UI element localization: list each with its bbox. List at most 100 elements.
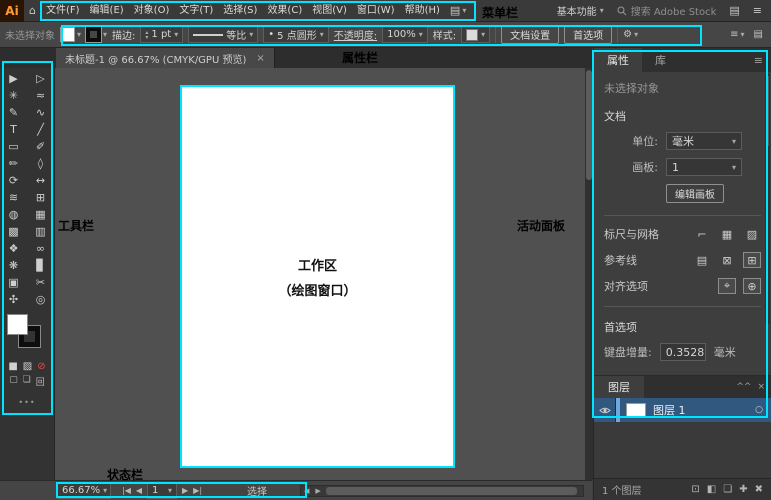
first-artboard-icon[interactable]: |◀ <box>122 486 131 495</box>
perspective-grid-tool[interactable]: ▦ <box>27 206 54 223</box>
artboard-select[interactable]: 1 ▾ <box>666 158 742 176</box>
window-layout-icon[interactable]: ▤ <box>724 4 744 17</box>
free-transform-tool[interactable]: ⊞ <box>27 189 54 206</box>
scroll-left-icon[interactable]: ◀ <box>301 487 312 495</box>
vertical-scrollbar[interactable] <box>585 68 593 480</box>
menu-item-file[interactable]: 文件(F) <box>41 0 85 22</box>
menu-item-select[interactable]: 选择(S) <box>218 0 262 22</box>
gradient-icon[interactable]: ▨ <box>23 361 32 372</box>
panel-scrollbar[interactable] <box>765 74 770 324</box>
stroke-weight-field[interactable]: ▴ ▾ 1 pt ▾ <box>140 26 184 43</box>
new-layer-icon[interactable]: ✚ <box>739 484 747 495</box>
lasso-tool[interactable]: ≈ <box>27 87 54 104</box>
gear-icon[interactable]: ⚙ ▾ <box>623 29 638 40</box>
guides-options-icon[interactable]: ⊞ <box>743 252 761 268</box>
eyedropper-tool[interactable]: ❖ <box>0 240 27 257</box>
menu-item-object[interactable]: 对象(O) <box>129 0 175 22</box>
close-tab-icon[interactable]: × <box>256 53 264 64</box>
hand-tool[interactable]: ✣ <box>0 291 27 308</box>
opacity-link[interactable]: 不透明度: <box>334 27 377 42</box>
new-sublayer-icon[interactable]: ❏ <box>723 484 732 495</box>
draw-normal-icon[interactable]: ▢ <box>9 375 18 388</box>
prev-artboard-icon[interactable]: ◀ <box>136 486 142 495</box>
visibility-eye-icon[interactable] <box>594 398 616 422</box>
panel-toggle-icon[interactable]: ▤ <box>754 29 763 40</box>
scroll-right-icon[interactable]: ▶ <box>312 487 323 495</box>
collect-export-icon[interactable]: ⊡ <box>691 484 699 495</box>
eraser-tool[interactable]: ◊ <box>27 155 54 172</box>
opacity-select[interactable]: 100% ▾ <box>382 26 428 43</box>
draw-behind-icon[interactable]: ❏ <box>23 375 31 388</box>
show-guides-icon[interactable]: ▤ <box>693 252 711 268</box>
last-artboard-icon[interactable]: ▶| <box>193 486 202 495</box>
lock-guides-icon[interactable]: ⊠ <box>718 252 736 268</box>
menu-item-window[interactable]: 窗口(W) <box>352 0 400 22</box>
tab-layers[interactable]: 图层 <box>594 376 644 398</box>
panel-scrollbar-thumb[interactable] <box>766 76 769 146</box>
snap-to-grid-icon[interactable]: ⌖ <box>718 278 736 294</box>
document-setup-button[interactable]: 文档设置 <box>501 25 560 44</box>
show-transparency-grid-icon[interactable]: ▨ <box>743 226 761 242</box>
rotate-tool[interactable]: ⟳ <box>0 172 27 189</box>
menu-item-type[interactable]: 文字(T) <box>174 0 218 22</box>
width-tool[interactable]: ≋ <box>0 189 27 206</box>
panel-menu-icon[interactable]: ≡ <box>746 48 771 72</box>
preferences-button[interactable]: 首选项 <box>564 25 613 44</box>
none-icon[interactable]: ⊘ <box>37 361 45 372</box>
stroke-color-swatch[interactable]: ▾ <box>86 27 107 42</box>
arrange-documents-icon[interactable]: ▤ ▾ <box>445 4 471 17</box>
document-tab[interactable]: 未标题-1 @ 66.67% (CMYK/GPU 预览) × <box>56 48 275 68</box>
stock-search-field[interactable]: 搜索 Adobe Stock <box>612 3 722 18</box>
style-select[interactable]: ▾ <box>461 26 491 43</box>
menu-item-edit[interactable]: 编辑(E) <box>85 0 129 22</box>
menu-item-help[interactable]: 帮助(H) <box>400 0 445 22</box>
horizontal-scrollbar-thumb[interactable] <box>325 486 577 495</box>
unit-select[interactable]: 毫米 ▾ <box>666 132 742 150</box>
artboard[interactable]: 工作区 （绘图窗口） <box>180 85 455 468</box>
menu-item-effect[interactable]: 效果(C) <box>262 0 307 22</box>
brush-definition-select[interactable]: • 5 点圆形 ▾ <box>263 26 329 43</box>
close-panel-icon[interactable]: × <box>757 382 765 392</box>
snap-to-point-icon[interactable]: ⊕ <box>743 278 761 294</box>
draw-inside-icon[interactable]: 回 <box>36 375 45 388</box>
scale-tool[interactable]: ↔ <box>27 172 54 189</box>
blend-tool[interactable]: ∞ <box>27 240 54 257</box>
collapse-panel-icon[interactable]: ^^ <box>736 382 751 392</box>
tab-libraries[interactable]: 库 <box>642 48 679 72</box>
show-grid-icon[interactable]: ▦ <box>718 226 736 242</box>
shape-builder-tool[interactable]: ◍ <box>0 206 27 223</box>
edit-artboard-button[interactable]: 编辑画板 <box>666 184 724 203</box>
pen-tool[interactable]: ✎ <box>0 104 27 121</box>
magic-wand-tool[interactable]: ✳ <box>0 87 27 104</box>
shaper-tool[interactable]: ✏ <box>0 155 27 172</box>
zoom-tool[interactable]: ◎ <box>27 291 54 308</box>
layer-thumbnail[interactable] <box>626 402 646 418</box>
canvas[interactable]: 工作区 （绘图窗口） <box>55 68 585 480</box>
app-menu-icon[interactable]: ≡ <box>748 4 767 17</box>
fill-color-swatch[interactable]: ▾ <box>60 27 81 42</box>
vertical-scrollbar-thumb[interactable] <box>586 70 592 180</box>
key-increment-input[interactable]: 0.3528 <box>659 343 706 361</box>
layer-name[interactable]: 图层 1 <box>653 402 686 418</box>
delete-layer-icon[interactable]: ✖ <box>755 484 763 495</box>
selection-tool[interactable]: ▶ <box>0 70 27 87</box>
rectangle-tool[interactable]: ▭ <box>0 138 27 155</box>
horizontal-scrollbar[interactable]: ◀ ▶ <box>300 484 584 497</box>
artboard-tool[interactable]: ▣ <box>0 274 27 291</box>
fill-swatch[interactable] <box>7 314 28 335</box>
column-graph-tool[interactable]: ▊ <box>27 257 54 274</box>
make-mask-icon[interactable]: ◧ <box>707 484 716 495</box>
tab-properties[interactable]: 属性 <box>594 48 642 72</box>
direct-selection-tool[interactable]: ▷ <box>27 70 54 87</box>
gradient-tool[interactable]: ▥ <box>27 223 54 240</box>
type-tool[interactable]: T <box>0 121 27 138</box>
mesh-tool[interactable]: ▩ <box>0 223 27 240</box>
curvature-tool[interactable]: ∿ <box>27 104 54 121</box>
paintbrush-tool[interactable]: ✐ <box>27 138 54 155</box>
layer-row[interactable]: 图层 1 ○ <box>594 398 771 422</box>
layer-target-icon[interactable]: ○ <box>755 405 763 415</box>
align-options-icon[interactable]: ≡ ▾ <box>730 29 744 40</box>
color-fill-icon[interactable]: ■ <box>8 361 17 372</box>
line-segment-tool[interactable]: ╱ <box>27 121 54 138</box>
width-profile-select[interactable]: 等比 ▾ <box>188 26 259 43</box>
